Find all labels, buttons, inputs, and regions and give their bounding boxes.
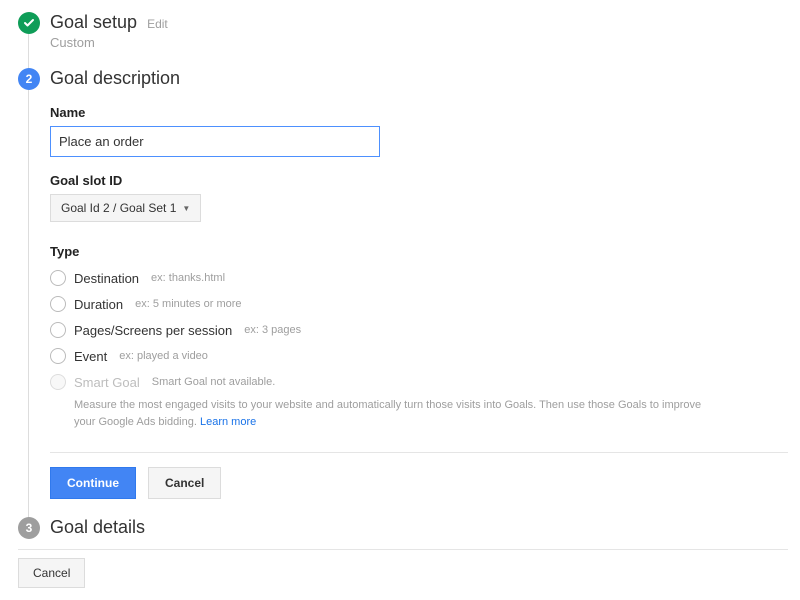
footer-cancel-button[interactable]: Cancel: [18, 558, 85, 588]
type-example: ex: 5 minutes or more: [135, 298, 241, 310]
step1-subtitle: Custom: [50, 35, 788, 50]
type-example: ex: played a video: [119, 350, 208, 362]
footer-divider: [18, 549, 788, 550]
type-option-pages-per-session[interactable]: Pages/Screens per session ex: 3 pages: [50, 317, 788, 343]
name-input[interactable]: [50, 126, 380, 157]
type-label-text: Destination: [74, 271, 139, 286]
type-option-destination[interactable]: Destination ex: thanks.html: [50, 265, 788, 291]
learn-more-link[interactable]: Learn more: [200, 416, 256, 428]
smart-goal-desc-text: Measure the most engaged visits to your …: [74, 399, 701, 428]
radio-icon-disabled: [50, 374, 66, 390]
step-goal-description: 2 Goal description Name Goal slot ID Goa…: [18, 68, 788, 509]
name-label: Name: [50, 105, 788, 120]
step2-title: Goal description: [50, 68, 180, 89]
section-divider: [50, 452, 788, 453]
type-label-text: Duration: [74, 297, 123, 312]
goal-slot-value: Goal Id 2 / Goal Set 1: [61, 201, 176, 215]
type-option-smart-goal: Smart Goal Smart Goal not available.: [50, 369, 788, 395]
type-example: ex: thanks.html: [151, 272, 225, 284]
step1-header: Goal setup Edit: [50, 12, 788, 33]
step-goal-details: 3 Goal details: [18, 517, 788, 539]
step-goal-setup: Goal setup Edit Custom: [18, 12, 788, 60]
step2-button-row: Continue Cancel: [50, 467, 788, 499]
continue-button[interactable]: Continue: [50, 467, 136, 499]
check-icon: [23, 17, 35, 29]
type-label-text: Event: [74, 349, 107, 364]
step2-header: Goal description: [50, 68, 788, 89]
type-label: Type: [50, 244, 788, 259]
chevron-down-icon: ▼: [182, 204, 190, 213]
cancel-button[interactable]: Cancel: [148, 467, 221, 499]
step2-indicator-active: 2: [18, 68, 40, 90]
step2-body: Goal description Name Goal slot ID Goal …: [50, 68, 788, 509]
step-connector-line: [28, 90, 29, 519]
step-connector-line: [28, 34, 29, 70]
type-option-duration[interactable]: Duration ex: 5 minutes or more: [50, 291, 788, 317]
step1-body: Goal setup Edit Custom: [50, 12, 788, 60]
goal-slot-dropdown[interactable]: Goal Id 2 / Goal Set 1 ▼: [50, 194, 201, 222]
step1-title: Goal setup: [50, 12, 137, 33]
radio-icon[interactable]: [50, 296, 66, 312]
type-option-event[interactable]: Event ex: played a video: [50, 343, 788, 369]
radio-icon[interactable]: [50, 348, 66, 364]
radio-icon[interactable]: [50, 322, 66, 338]
step1-indicator-done: [18, 12, 40, 34]
smart-goal-label: Smart Goal: [74, 375, 140, 390]
goal-slot-label: Goal slot ID: [50, 173, 788, 188]
step3-indicator-inactive: 3: [18, 517, 40, 539]
radio-icon[interactable]: [50, 270, 66, 286]
type-example: ex: 3 pages: [244, 324, 301, 336]
smart-goal-description: Measure the most engaged visits to your …: [74, 397, 714, 430]
step1-edit-link[interactable]: Edit: [147, 17, 168, 31]
smart-goal-note: Smart Goal not available.: [152, 376, 276, 388]
type-label-text: Pages/Screens per session: [74, 323, 232, 338]
